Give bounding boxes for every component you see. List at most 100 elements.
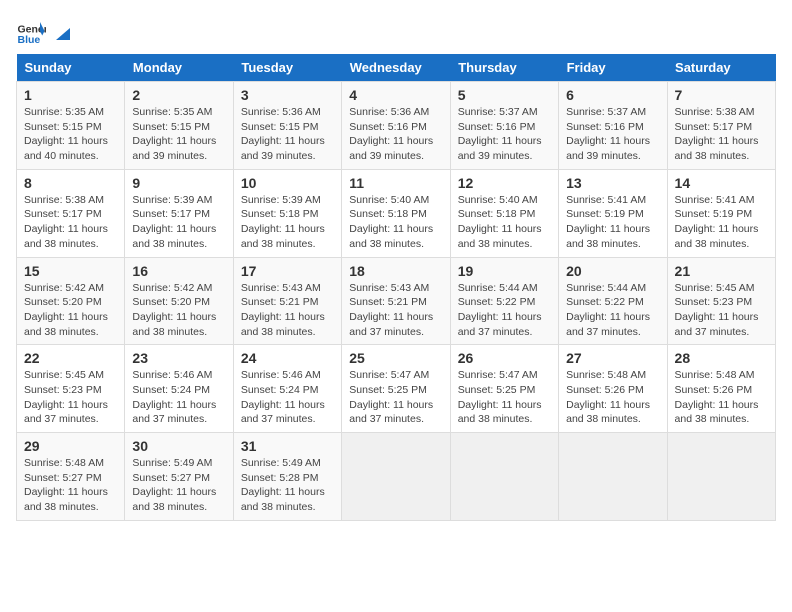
day-info: Sunrise: 5:48 AMSunset: 5:26 PMDaylight:… xyxy=(675,368,768,427)
day-info: Sunrise: 5:41 AMSunset: 5:19 PMDaylight:… xyxy=(566,193,659,252)
calendar-cell: 12 Sunrise: 5:40 AMSunset: 5:18 PMDaylig… xyxy=(450,169,558,257)
calendar-cell: 30 Sunrise: 5:49 AMSunset: 5:27 PMDaylig… xyxy=(125,433,233,521)
day-info: Sunrise: 5:49 AMSunset: 5:28 PMDaylight:… xyxy=(241,456,334,515)
calendar-week-1: 1 Sunrise: 5:35 AMSunset: 5:15 PMDayligh… xyxy=(17,82,776,170)
day-info: Sunrise: 5:36 AMSunset: 5:16 PMDaylight:… xyxy=(349,105,442,164)
calendar-cell: 28 Sunrise: 5:48 AMSunset: 5:26 PMDaylig… xyxy=(667,345,775,433)
day-number: 19 xyxy=(458,263,551,279)
day-header-thursday: Thursday xyxy=(450,54,558,82)
day-info: Sunrise: 5:42 AMSunset: 5:20 PMDaylight:… xyxy=(24,281,117,340)
calendar-cell: 4 Sunrise: 5:36 AMSunset: 5:16 PMDayligh… xyxy=(342,82,450,170)
day-info: Sunrise: 5:48 AMSunset: 5:26 PMDaylight:… xyxy=(566,368,659,427)
calendar-table: SundayMondayTuesdayWednesdayThursdayFrid… xyxy=(16,54,776,521)
calendar-cell: 27 Sunrise: 5:48 AMSunset: 5:26 PMDaylig… xyxy=(559,345,667,433)
calendar-cell: 2 Sunrise: 5:35 AMSunset: 5:15 PMDayligh… xyxy=(125,82,233,170)
calendar-week-2: 8 Sunrise: 5:38 AMSunset: 5:17 PMDayligh… xyxy=(17,169,776,257)
svg-text:Blue: Blue xyxy=(18,34,41,46)
day-number: 18 xyxy=(349,263,442,279)
calendar-cell: 18 Sunrise: 5:43 AMSunset: 5:21 PMDaylig… xyxy=(342,257,450,345)
calendar-cell: 8 Sunrise: 5:38 AMSunset: 5:17 PMDayligh… xyxy=(17,169,125,257)
day-number: 14 xyxy=(675,175,768,191)
day-number: 26 xyxy=(458,350,551,366)
day-info: Sunrise: 5:36 AMSunset: 5:15 PMDaylight:… xyxy=(241,105,334,164)
calendar-header-row: SundayMondayTuesdayWednesdayThursdayFrid… xyxy=(17,54,776,82)
day-header-saturday: Saturday xyxy=(667,54,775,82)
calendar-cell: 11 Sunrise: 5:40 AMSunset: 5:18 PMDaylig… xyxy=(342,169,450,257)
logo-icon: General Blue xyxy=(16,16,46,46)
calendar-cell: 16 Sunrise: 5:42 AMSunset: 5:20 PMDaylig… xyxy=(125,257,233,345)
calendar-cell xyxy=(559,433,667,521)
day-info: Sunrise: 5:49 AMSunset: 5:27 PMDaylight:… xyxy=(132,456,225,515)
day-number: 22 xyxy=(24,350,117,366)
day-number: 10 xyxy=(241,175,334,191)
calendar-cell: 24 Sunrise: 5:46 AMSunset: 5:24 PMDaylig… xyxy=(233,345,341,433)
day-header-sunday: Sunday xyxy=(17,54,125,82)
day-number: 31 xyxy=(241,438,334,454)
calendar-cell: 29 Sunrise: 5:48 AMSunset: 5:27 PMDaylig… xyxy=(17,433,125,521)
calendar-cell: 6 Sunrise: 5:37 AMSunset: 5:16 PMDayligh… xyxy=(559,82,667,170)
calendar-cell: 31 Sunrise: 5:49 AMSunset: 5:28 PMDaylig… xyxy=(233,433,341,521)
calendar-cell: 17 Sunrise: 5:43 AMSunset: 5:21 PMDaylig… xyxy=(233,257,341,345)
day-info: Sunrise: 5:44 AMSunset: 5:22 PMDaylight:… xyxy=(458,281,551,340)
day-header-monday: Monday xyxy=(125,54,233,82)
day-info: Sunrise: 5:46 AMSunset: 5:24 PMDaylight:… xyxy=(132,368,225,427)
calendar-week-3: 15 Sunrise: 5:42 AMSunset: 5:20 PMDaylig… xyxy=(17,257,776,345)
calendar-cell xyxy=(342,433,450,521)
day-number: 12 xyxy=(458,175,551,191)
day-info: Sunrise: 5:46 AMSunset: 5:24 PMDaylight:… xyxy=(241,368,334,427)
calendar-cell: 10 Sunrise: 5:39 AMSunset: 5:18 PMDaylig… xyxy=(233,169,341,257)
day-number: 1 xyxy=(24,87,117,103)
day-info: Sunrise: 5:35 AMSunset: 5:15 PMDaylight:… xyxy=(132,105,225,164)
calendar-cell: 22 Sunrise: 5:45 AMSunset: 5:23 PMDaylig… xyxy=(17,345,125,433)
calendar-cell: 25 Sunrise: 5:47 AMSunset: 5:25 PMDaylig… xyxy=(342,345,450,433)
day-header-tuesday: Tuesday xyxy=(233,54,341,82)
day-info: Sunrise: 5:43 AMSunset: 5:21 PMDaylight:… xyxy=(241,281,334,340)
day-number: 25 xyxy=(349,350,442,366)
calendar-cell xyxy=(450,433,558,521)
day-info: Sunrise: 5:38 AMSunset: 5:17 PMDaylight:… xyxy=(24,193,117,252)
calendar-cell: 7 Sunrise: 5:38 AMSunset: 5:17 PMDayligh… xyxy=(667,82,775,170)
day-number: 30 xyxy=(132,438,225,454)
day-number: 15 xyxy=(24,263,117,279)
day-header-friday: Friday xyxy=(559,54,667,82)
calendar-cell: 15 Sunrise: 5:42 AMSunset: 5:20 PMDaylig… xyxy=(17,257,125,345)
day-number: 20 xyxy=(566,263,659,279)
calendar-cell: 1 Sunrise: 5:35 AMSunset: 5:15 PMDayligh… xyxy=(17,82,125,170)
calendar-week-5: 29 Sunrise: 5:48 AMSunset: 5:27 PMDaylig… xyxy=(17,433,776,521)
calendar-cell: 9 Sunrise: 5:39 AMSunset: 5:17 PMDayligh… xyxy=(125,169,233,257)
day-number: 24 xyxy=(241,350,334,366)
day-number: 21 xyxy=(675,263,768,279)
day-number: 28 xyxy=(675,350,768,366)
day-header-wednesday: Wednesday xyxy=(342,54,450,82)
day-info: Sunrise: 5:40 AMSunset: 5:18 PMDaylight:… xyxy=(349,193,442,252)
day-number: 17 xyxy=(241,263,334,279)
day-info: Sunrise: 5:45 AMSunset: 5:23 PMDaylight:… xyxy=(675,281,768,340)
day-number: 6 xyxy=(566,87,659,103)
day-number: 11 xyxy=(349,175,442,191)
day-info: Sunrise: 5:45 AMSunset: 5:23 PMDaylight:… xyxy=(24,368,117,427)
calendar-cell: 14 Sunrise: 5:41 AMSunset: 5:19 PMDaylig… xyxy=(667,169,775,257)
day-number: 29 xyxy=(24,438,117,454)
day-number: 23 xyxy=(132,350,225,366)
day-number: 5 xyxy=(458,87,551,103)
day-number: 2 xyxy=(132,87,225,103)
day-number: 3 xyxy=(241,87,334,103)
day-number: 4 xyxy=(349,87,442,103)
page-header: General Blue xyxy=(16,16,776,46)
logo: General Blue xyxy=(16,16,74,46)
calendar-cell: 21 Sunrise: 5:45 AMSunset: 5:23 PMDaylig… xyxy=(667,257,775,345)
calendar-cell: 20 Sunrise: 5:44 AMSunset: 5:22 PMDaylig… xyxy=(559,257,667,345)
calendar-cell: 23 Sunrise: 5:46 AMSunset: 5:24 PMDaylig… xyxy=(125,345,233,433)
day-info: Sunrise: 5:43 AMSunset: 5:21 PMDaylight:… xyxy=(349,281,442,340)
calendar-cell: 13 Sunrise: 5:41 AMSunset: 5:19 PMDaylig… xyxy=(559,169,667,257)
day-number: 7 xyxy=(675,87,768,103)
day-info: Sunrise: 5:37 AMSunset: 5:16 PMDaylight:… xyxy=(458,105,551,164)
day-info: Sunrise: 5:37 AMSunset: 5:16 PMDaylight:… xyxy=(566,105,659,164)
calendar-cell: 26 Sunrise: 5:47 AMSunset: 5:25 PMDaylig… xyxy=(450,345,558,433)
day-info: Sunrise: 5:42 AMSunset: 5:20 PMDaylight:… xyxy=(132,281,225,340)
day-info: Sunrise: 5:41 AMSunset: 5:19 PMDaylight:… xyxy=(675,193,768,252)
day-number: 27 xyxy=(566,350,659,366)
day-info: Sunrise: 5:35 AMSunset: 5:15 PMDaylight:… xyxy=(24,105,117,164)
day-info: Sunrise: 5:39 AMSunset: 5:18 PMDaylight:… xyxy=(241,193,334,252)
day-number: 16 xyxy=(132,263,225,279)
